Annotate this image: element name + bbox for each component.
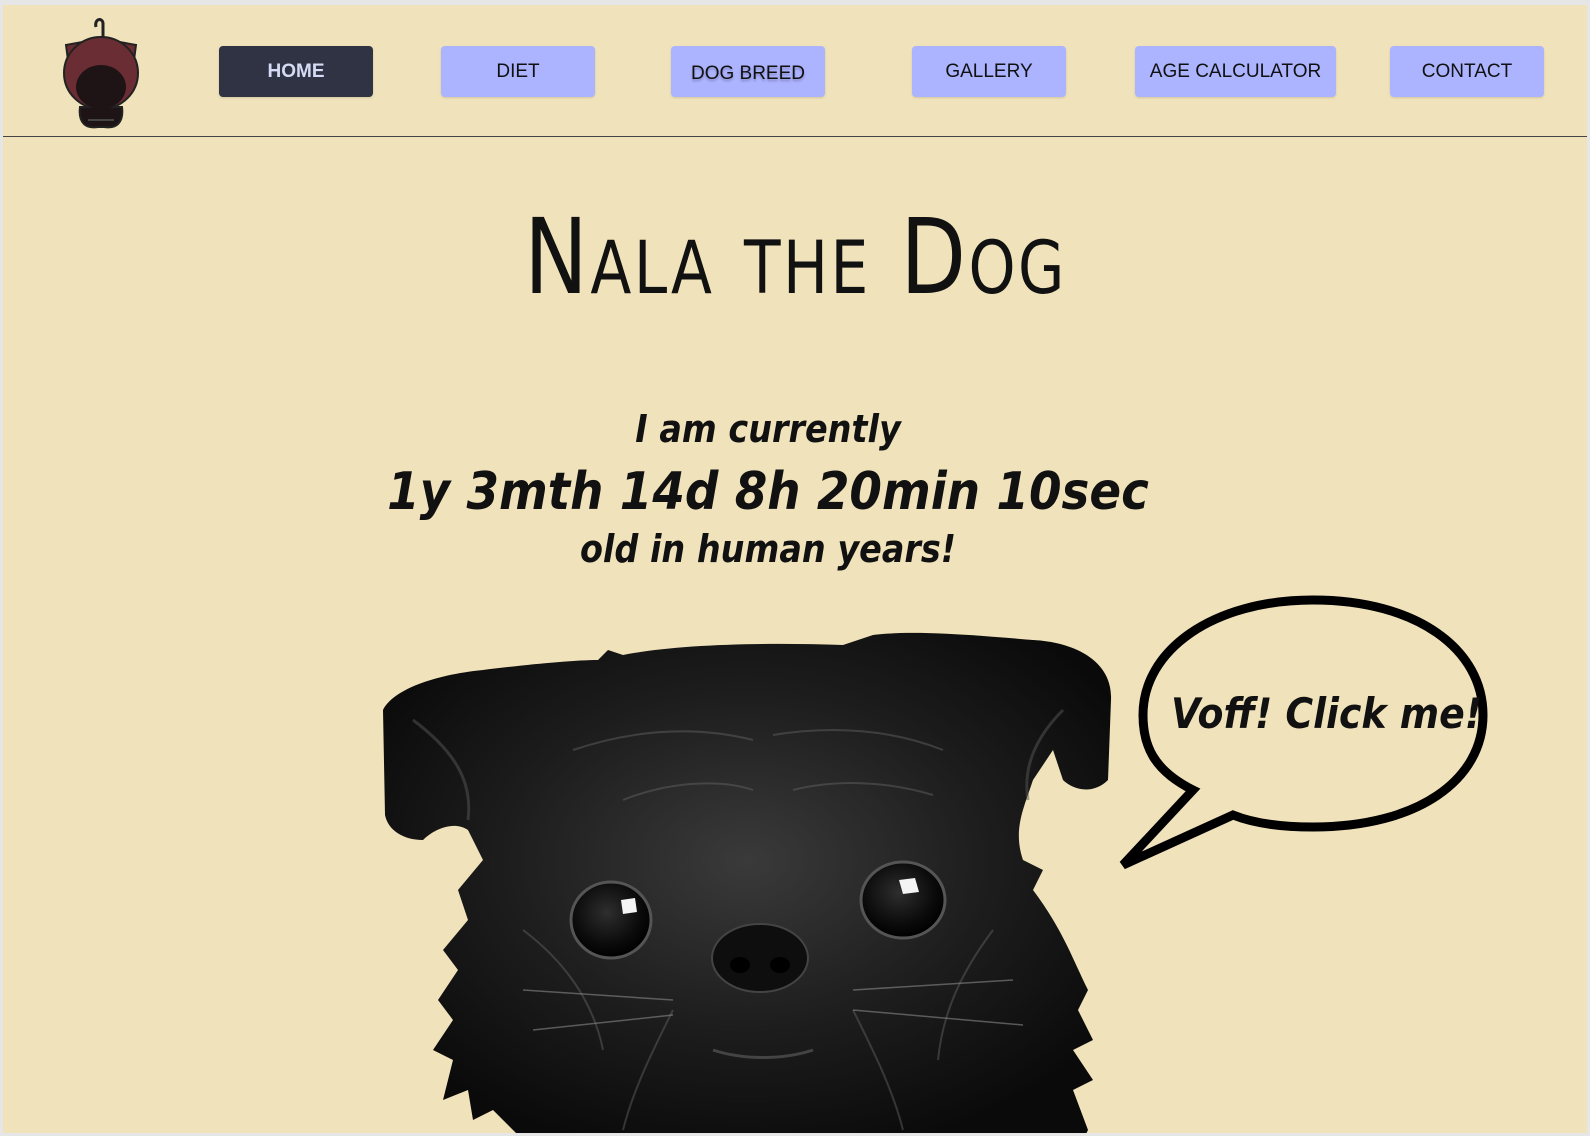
header: HOME DIET DOG BREED GALLERY AGE CALCULAT… [3,5,1587,137]
age-intro-text: I am currently [635,407,901,451]
page: HOME DIET DOG BREED GALLERY AGE CALCULAT… [3,5,1587,1133]
dog-logo-icon[interactable] [58,15,144,129]
nav-diet-label: DIET [496,60,540,82]
age-outro-text: old in human years! [579,527,957,571]
nav-home-button[interactable]: HOME [219,46,373,97]
nav-contact-button[interactable]: CONTACT [1390,46,1544,97]
nav-diet-button[interactable]: DIET [441,46,595,97]
speech-bubble-text[interactable]: Voff! Click me! [1171,693,1482,735]
nav-dog-breed-label: DOG BREED [690,62,806,84]
age-value-text: 1y 3mth 14d 8h 20min 10sec [387,462,1149,522]
nav-home-label: HOME [267,60,325,82]
dog-photo[interactable] [373,630,1123,1133]
nav-dog-breed-button[interactable]: DOG BREED [671,46,825,97]
nav-contact-label: CONTACT [1421,60,1513,82]
nav-gallery-label: GALLERY [945,60,1033,82]
nav-age-calculator-button[interactable]: AGE CALCULATOR [1135,46,1336,97]
nav-gallery-button[interactable]: GALLERY [912,46,1066,97]
page-title: Nala the Dog [524,196,1067,318]
nav-age-calculator-label: AGE CALCULATOR [1149,60,1322,82]
